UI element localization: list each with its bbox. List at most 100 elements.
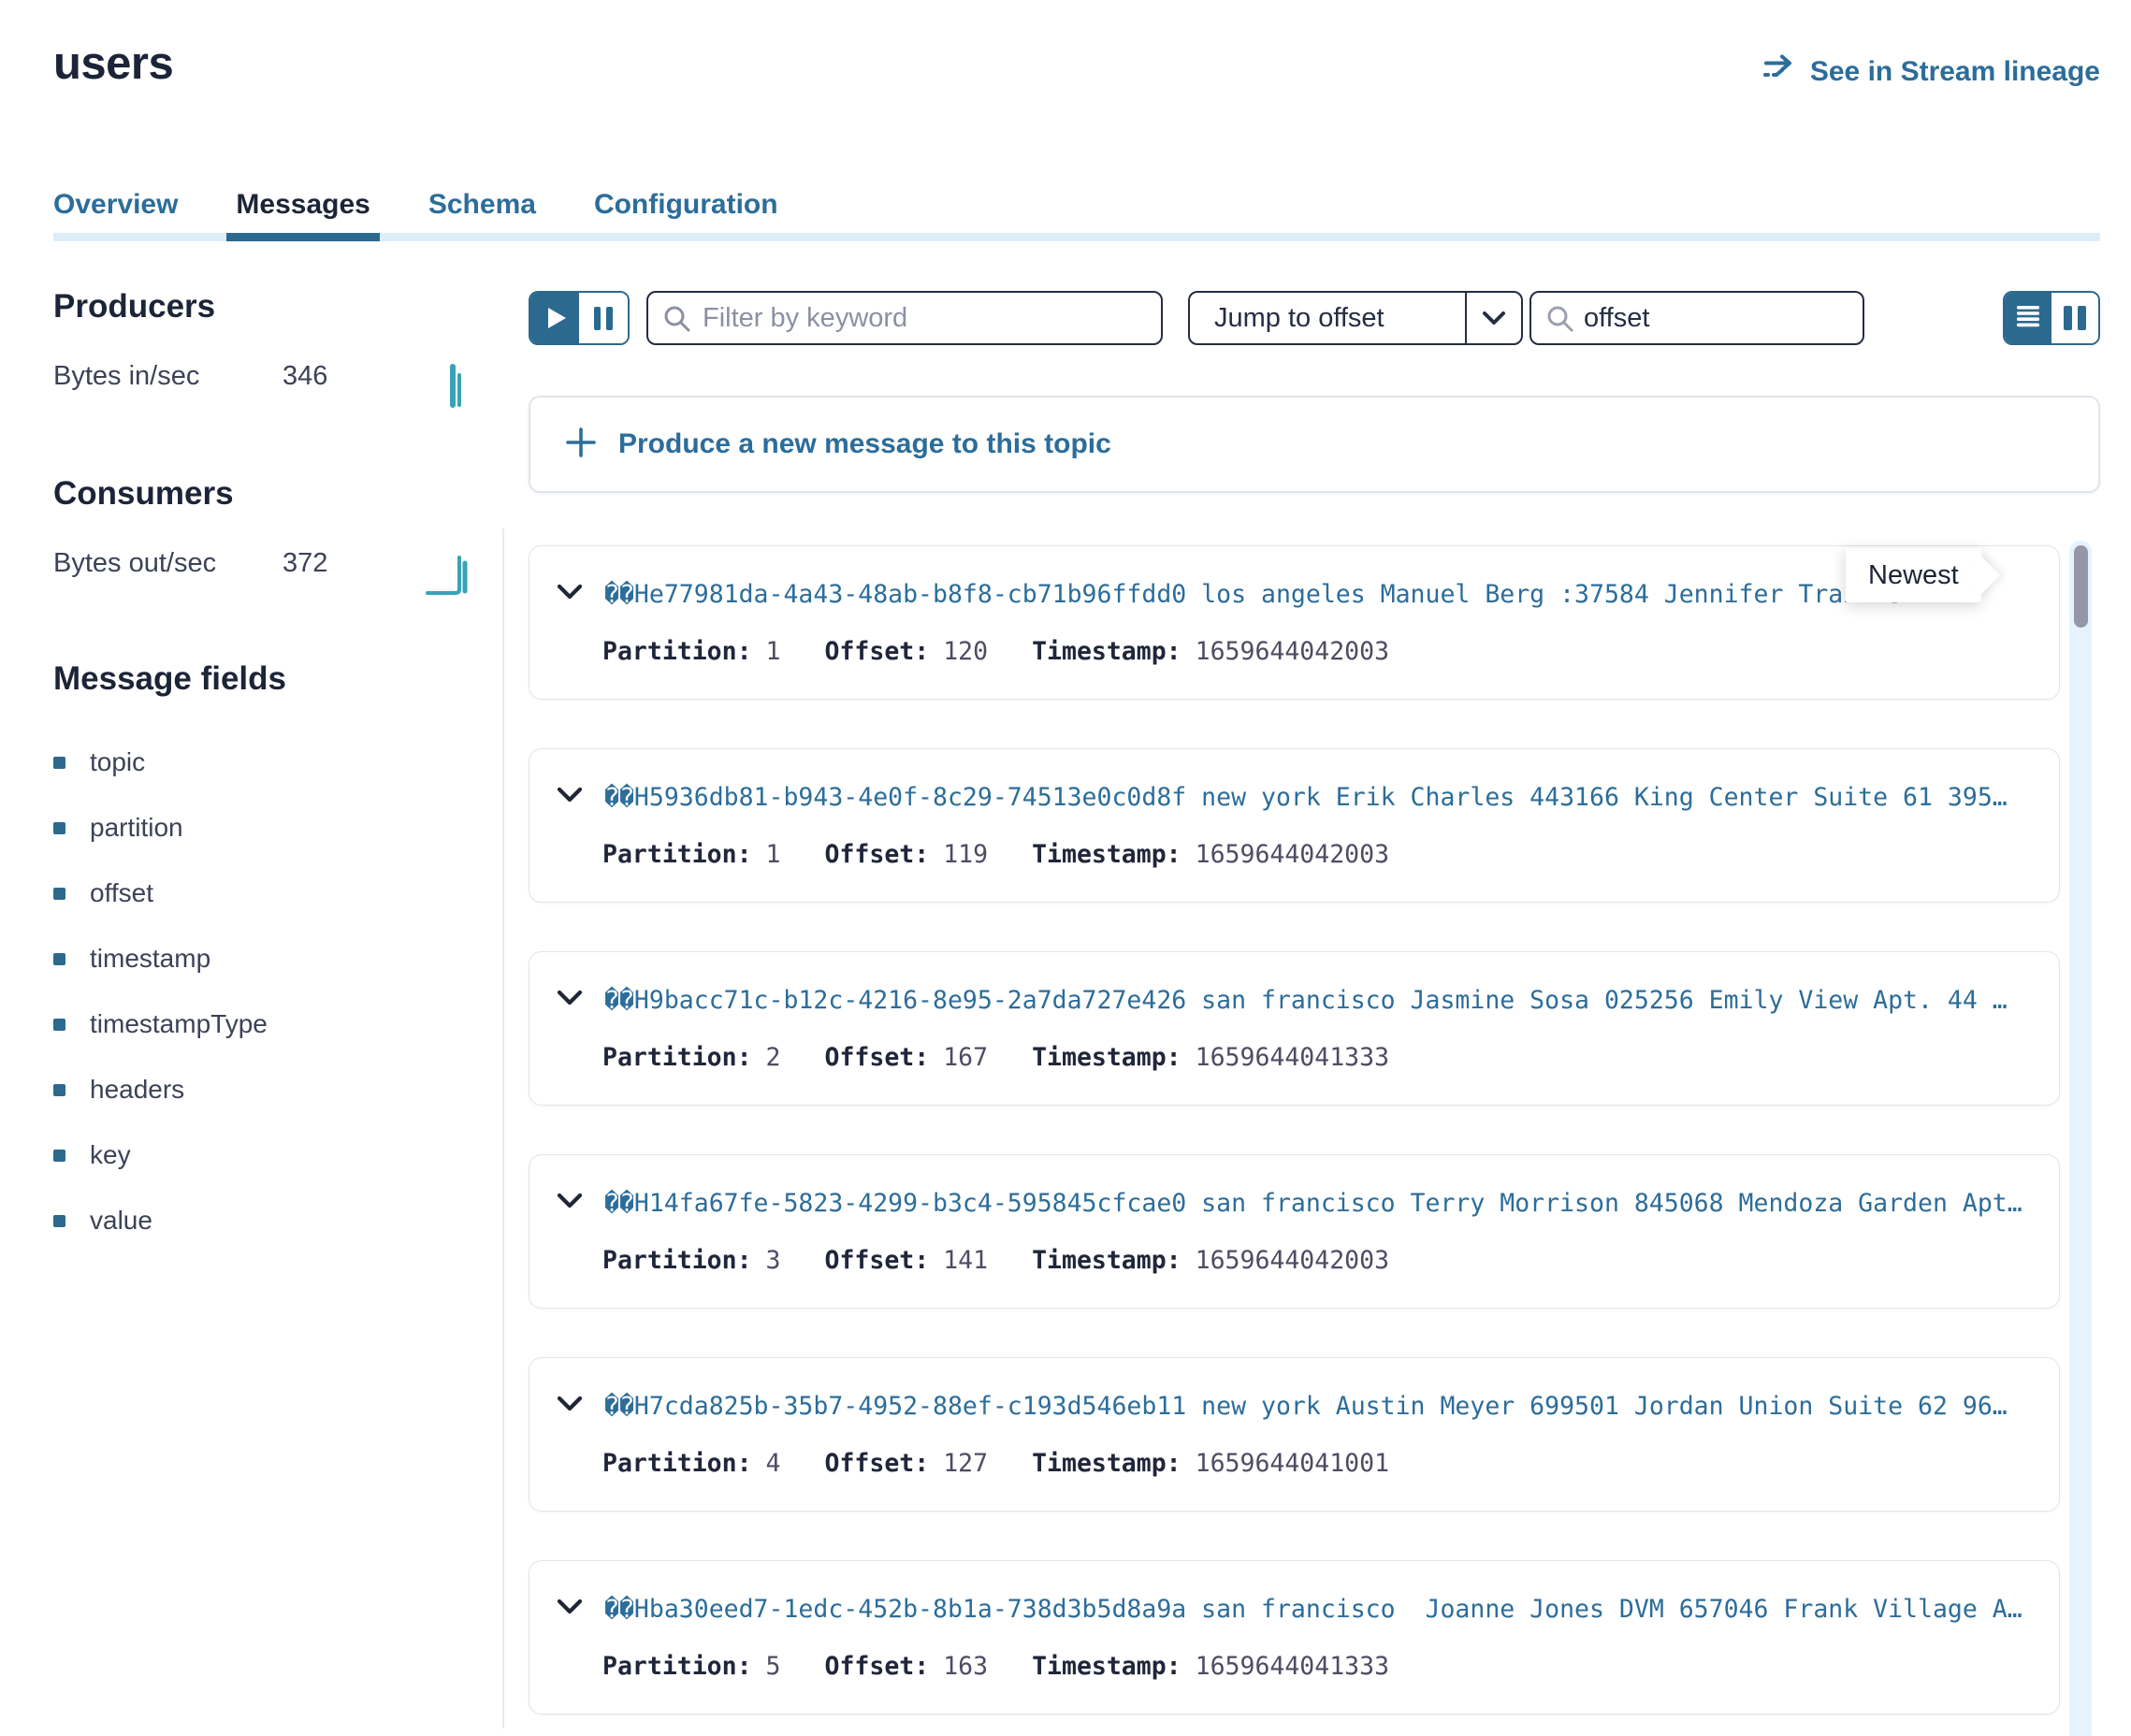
view-mode-toggle [2003, 291, 2100, 345]
tab-messages[interactable]: Messages [236, 189, 370, 241]
field-bullet-icon [53, 822, 65, 834]
message-card[interactable]: ��Hba30eed7-1edc-452b-8b1a-738d3b5d8a9a … [529, 1560, 2060, 1714]
field-label: value [90, 1206, 152, 1236]
chevron-down-icon[interactable] [556, 786, 584, 809]
bytes-in-value: 346 [283, 361, 327, 392]
sidebar: Producers Bytes in/sec 346 Consumers Byt… [0, 241, 502, 1253]
message-key-preview: ��He77981da-4a43-48ab-b8f8-cb71b96ffdd0 … [604, 580, 2059, 609]
field-label: offset [90, 878, 153, 908]
bytes-out-label: Bytes out/sec [53, 548, 283, 579]
consumers-metric-row: Bytes out/sec 372 [53, 548, 502, 604]
field-label: topic [90, 747, 145, 777]
message-meta: Partition:5 Offset:163 Timestamp:1659644… [529, 1652, 2059, 1681]
message-card[interactable]: ��H7cda825b-35b7-4952-88ef-c193d546eb11 … [529, 1357, 2060, 1512]
timestamp-pair: Timestamp:1659644042003 [1032, 840, 1389, 869]
replacement-char-prefix: �� [604, 783, 634, 812]
scrollbar-track[interactable] [2069, 541, 2092, 1736]
message-card[interactable]: ��H5936db81-b943-4e0f-8c29-74513e0c0d8f … [529, 748, 2060, 903]
chevron-down-icon[interactable] [556, 583, 584, 606]
message-card[interactable]: ��H14fa67fe-5823-4299-b3c4-595845cfcae0 … [529, 1154, 2060, 1309]
stream-lineage-link[interactable]: See in Stream lineage [1763, 54, 2100, 90]
main-panel: Jump to offset [502, 241, 2131, 1729]
field-bullet-icon [53, 1019, 65, 1031]
pause-button[interactable] [579, 293, 628, 343]
message-meta: Partition:2 Offset:167 Timestamp:1659644… [529, 1043, 2059, 1072]
offset-pair: Offset:163 [825, 1652, 989, 1681]
tab-label: Schema [428, 189, 536, 220]
field-bullet-icon [53, 953, 65, 965]
timestamp-pair: Timestamp:1659644042003 [1032, 1246, 1389, 1275]
offset-pair: Offset:127 [825, 1449, 989, 1478]
filter-keyword-input[interactable] [646, 291, 1163, 345]
offset-search-icon [1545, 304, 1575, 339]
message-card[interactable]: ��He77981da-4a43-48ab-b8f8-cb71b96ffdd0 … [529, 545, 2060, 700]
scrollbar-thumb[interactable] [2074, 545, 2088, 628]
message-head: ��H5936db81-b943-4e0f-8c29-74513e0c0d8f … [529, 783, 2059, 812]
replacement-char-prefix: �� [604, 1189, 634, 1218]
field-bullet-icon [53, 1215, 65, 1227]
message-head: ��H9bacc71c-b12c-4216-8e95-2a7da727e426 … [529, 986, 2059, 1015]
message-field-timestamp[interactable]: timestamp [53, 926, 502, 991]
header: users See in Stream lineage [0, 0, 2131, 90]
chevron-down-icon[interactable] [556, 989, 584, 1012]
offset-input[interactable] [1529, 291, 1864, 345]
message-field-headers[interactable]: headers [53, 1057, 502, 1122]
timestamp-pair: Timestamp:1659644041333 [1032, 1652, 1389, 1681]
newest-tooltip-label: Newest [1868, 560, 1959, 591]
bytes-out-value: 372 [283, 548, 327, 579]
message-field-value[interactable]: value [53, 1188, 502, 1253]
play-button[interactable] [530, 293, 579, 343]
replacement-char-prefix: �� [604, 986, 634, 1015]
produce-message-label: Produce a new message to this topic [618, 428, 1111, 460]
message-field-timestampType[interactable]: timestampType [53, 991, 502, 1057]
chevron-down-icon[interactable] [556, 1598, 584, 1621]
stream-lineage-icon [1763, 54, 1797, 90]
jump-to-offset-select[interactable]: Jump to offset [1188, 291, 1523, 345]
tab-label: Messages [236, 189, 370, 220]
field-bullet-icon [53, 888, 65, 900]
timestamp-pair: Timestamp:1659644042003 [1032, 637, 1389, 666]
tabs-bar: OverviewMessagesSchemaConfiguration [53, 189, 2100, 241]
pause-icon [594, 307, 613, 330]
message-field-partition[interactable]: partition [53, 795, 502, 861]
message-head: ��H14fa67fe-5823-4299-b3c4-595845cfcae0 … [529, 1189, 2059, 1218]
message-card[interactable]: ��H9bacc71c-b12c-4216-8e95-2a7da727e426 … [529, 951, 2060, 1106]
offset-pair: Offset:119 [825, 840, 989, 869]
message-field-offset[interactable]: offset [53, 861, 502, 926]
play-icon [548, 308, 566, 328]
message-fields-heading: Message fields [53, 660, 502, 698]
bytes-out-sparkline [426, 548, 474, 604]
message-field-key[interactable]: key [53, 1122, 502, 1188]
offset-pair: Offset:167 [825, 1043, 989, 1072]
message-meta: Partition:3 Offset:141 Timestamp:1659644… [529, 1246, 2059, 1275]
offset-input-wrap [1529, 291, 1864, 345]
message-key-preview: ��H7cda825b-35b7-4952-88ef-c193d546eb11 … [604, 1392, 2059, 1421]
chevron-down-icon [1465, 293, 1521, 343]
partition-pair: Partition:1 [602, 840, 781, 869]
chevron-down-icon[interactable] [556, 1395, 584, 1418]
produce-message-button[interactable]: Produce a new message to this topic [529, 396, 2100, 493]
list-view-button[interactable] [2005, 293, 2051, 343]
message-field-topic[interactable]: topic [53, 730, 502, 795]
message-fields-list: topic partition offset timestamp timesta… [53, 730, 502, 1253]
message-key-preview: ��H14fa67fe-5823-4299-b3c4-595845cfcae0 … [604, 1189, 2059, 1218]
message-key-preview: ��H9bacc71c-b12c-4216-8e95-2a7da727e426 … [604, 986, 2059, 1015]
message-key-preview: ��Hba30eed7-1edc-452b-8b1a-738d3b5d8a9a … [604, 1595, 2059, 1624]
newest-tooltip: Newest [1846, 548, 1981, 602]
field-label: timestampType [90, 1009, 268, 1039]
field-label: timestamp [90, 944, 210, 974]
message-head: ��He77981da-4a43-48ab-b8f8-cb71b96ffdd0 … [529, 580, 2059, 609]
message-head: ��Hba30eed7-1edc-452b-8b1a-738d3b5d8a9a … [529, 1595, 2059, 1624]
chevron-down-icon[interactable] [556, 1192, 584, 1215]
live-consume-toggle [529, 291, 630, 345]
columns-view-button[interactable] [2051, 293, 2098, 343]
replacement-char-prefix: �� [604, 1392, 634, 1421]
replacement-char-prefix: �� [604, 580, 634, 609]
stream-lineage-label: See in Stream lineage [1810, 56, 2100, 88]
field-label: partition [90, 813, 183, 843]
field-bullet-icon [53, 1150, 65, 1162]
list-view-icon [2015, 305, 2041, 332]
jump-to-offset-value: Jump to offset [1190, 303, 1465, 334]
producers-heading: Producers [53, 288, 502, 326]
field-bullet-icon [53, 1084, 65, 1096]
